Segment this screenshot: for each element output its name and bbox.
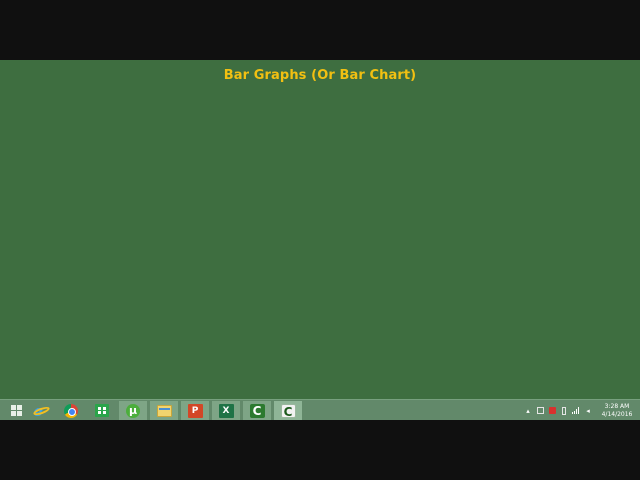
- camtasia-icon: C: [280, 403, 296, 419]
- volume-icon[interactable]: ◂: [583, 406, 593, 416]
- start-button[interactable]: [2, 401, 30, 420]
- powerpoint-icon: P: [187, 403, 203, 418]
- taskbar-windows-store[interactable]: [88, 401, 116, 420]
- internet-explorer-icon: e: [31, 403, 51, 418]
- chrome-icon: [64, 403, 78, 418]
- folder-icon: [156, 404, 172, 417]
- taskbar-chrome[interactable]: [57, 401, 85, 420]
- camtasia-icon: C: [249, 403, 265, 418]
- taskbar-camtasia-recorder[interactable]: C: [243, 401, 271, 420]
- taskbar-powerpoint[interactable]: P: [181, 401, 209, 420]
- video-letterbox-bottom: [0, 420, 640, 480]
- video-letterbox-top: [0, 0, 640, 60]
- action-center-icon[interactable]: [547, 406, 557, 416]
- desktop-screen: Bar Graphs (Or Bar Chart) e µ P X C C ▴ …: [0, 60, 640, 420]
- show-hidden-icons-button[interactable]: ▴: [523, 406, 533, 416]
- windows-start-icon: [10, 405, 22, 416]
- taskbar-excel[interactable]: X: [212, 401, 240, 420]
- utorrent-icon: µ: [126, 403, 140, 418]
- taskbar-camtasia-studio[interactable]: C: [274, 401, 302, 420]
- taskbar-utorrent[interactable]: µ: [119, 401, 147, 420]
- taskbar: e µ P X C C ▴ ◂ 3:28 AM 4/14/2016: [0, 399, 640, 420]
- excel-icon: X: [218, 403, 234, 418]
- clock[interactable]: 3:28 AM 4/14/2016: [597, 403, 637, 419]
- network-device-icon[interactable]: [535, 406, 545, 416]
- taskbar-internet-explorer[interactable]: e: [27, 401, 55, 420]
- store-icon: [95, 404, 109, 417]
- taskbar-file-explorer[interactable]: [150, 401, 178, 420]
- system-tray: ▴ ◂ 3:28 AM 4/14/2016: [522, 400, 640, 420]
- battery-icon[interactable]: [559, 406, 569, 416]
- wifi-signal-icon[interactable]: [571, 406, 581, 416]
- clock-time: 3:28 AM: [604, 402, 630, 410]
- slide-title: Bar Graphs (Or Bar Chart): [223, 68, 417, 83]
- clock-date: 4/14/2016: [601, 410, 633, 418]
